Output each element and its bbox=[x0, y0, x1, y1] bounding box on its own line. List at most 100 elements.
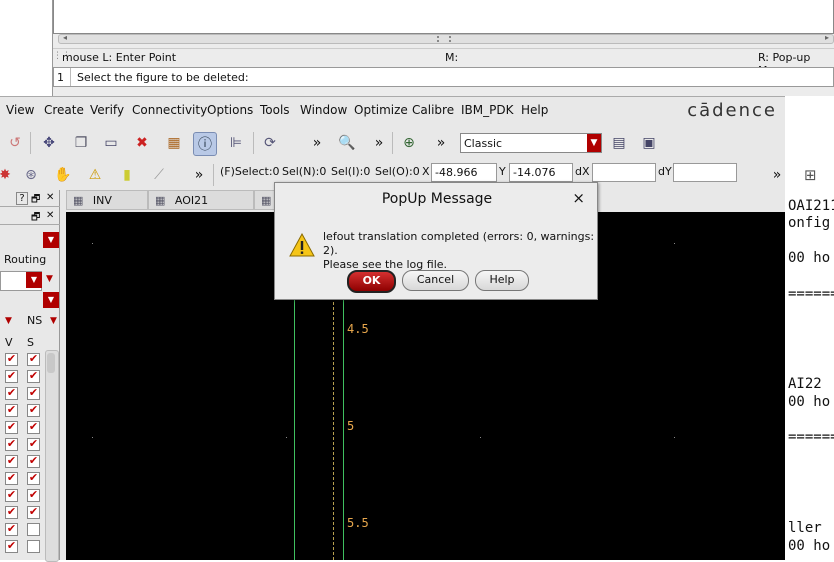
visible-checkbox[interactable]: ✔ bbox=[5, 370, 18, 383]
delete-icon[interactable]: ✖ bbox=[131, 132, 153, 154]
selectable-checkbox[interactable]: ✔ bbox=[27, 370, 40, 383]
chevron-down-icon[interactable]: ▼ bbox=[26, 272, 42, 288]
chevron-down-icon[interactable]: ▼ bbox=[5, 316, 12, 326]
visible-checkbox[interactable]: ✔ bbox=[5, 455, 18, 468]
help-icon[interactable]: ? bbox=[16, 192, 28, 205]
move-icon[interactable]: ✥ bbox=[38, 132, 60, 154]
scroll-left-arrow-icon[interactable]: ◂ bbox=[63, 33, 67, 42]
log-horizontal-scrollbar[interactable]: ◂ ▸ bbox=[58, 33, 834, 44]
chevron-down-icon[interactable]: ▼ bbox=[50, 316, 57, 326]
selectable-checkbox[interactable]: ✔ bbox=[27, 421, 40, 434]
close-icon[interactable]: ✕ bbox=[46, 210, 54, 221]
chevron-down-icon[interactable]: ▼ bbox=[43, 292, 59, 308]
selectable-checkbox[interactable] bbox=[27, 523, 40, 536]
float-icon[interactable]: 🗗 bbox=[31, 210, 40, 227]
menu-connectivity[interactable]: Connectivity bbox=[132, 103, 207, 117]
menu-tools[interactable]: Tools bbox=[260, 103, 290, 117]
selectable-checkbox[interactable]: ✔ bbox=[27, 472, 40, 485]
warning-icon bbox=[289, 233, 315, 257]
menu-ibm-pdk[interactable]: IBM_PDK bbox=[461, 103, 513, 117]
text-line: ====== bbox=[788, 286, 834, 302]
tab-inv[interactable]: ▦ INV bbox=[66, 190, 148, 210]
chevron-down-icon[interactable]: ▼ bbox=[46, 274, 53, 284]
seln-count: Sel(N):0 bbox=[282, 165, 327, 178]
align-icon[interactable]: ⊫ bbox=[225, 132, 247, 154]
visible-checkbox[interactable]: ✔ bbox=[5, 472, 18, 485]
float-icon[interactable]: 🗗 bbox=[31, 192, 40, 209]
selectable-checkbox[interactable]: ✔ bbox=[27, 489, 40, 502]
visible-checkbox[interactable]: ✔ bbox=[5, 404, 18, 417]
tab-partial[interactable]: ▦ bbox=[254, 190, 276, 210]
dy-label: dY bbox=[658, 165, 672, 178]
selectable-checkbox[interactable] bbox=[27, 540, 40, 553]
tab-aoi21[interactable]: ▦ AOI21 bbox=[148, 190, 254, 210]
cmd-number: 1 bbox=[57, 71, 64, 84]
zoom-icon[interactable]: 🔍 bbox=[336, 132, 358, 154]
menu-optimize[interactable]: Optimize bbox=[354, 103, 408, 117]
visible-checkbox[interactable]: ✔ bbox=[5, 387, 18, 400]
menu-create[interactable]: Create bbox=[44, 103, 84, 117]
workspace-save-icon[interactable]: ▤ bbox=[608, 132, 630, 154]
toolbar-overflow-3[interactable]: » bbox=[430, 132, 452, 154]
selectable-checkbox[interactable]: ✔ bbox=[27, 438, 40, 451]
ruler-icon[interactable]: ⟋ bbox=[148, 164, 170, 186]
background-text-window: OAI211 onfig 00 ho ====== AI22 00 ho ===… bbox=[786, 188, 834, 560]
text-line: ====== bbox=[788, 429, 834, 445]
visible-checkbox[interactable]: ✔ bbox=[5, 421, 18, 434]
toolbar-overflow-2[interactable]: » bbox=[368, 132, 390, 154]
visible-checkbox[interactable]: ✔ bbox=[5, 438, 18, 451]
selectable-checkbox[interactable]: ✔ bbox=[27, 455, 40, 468]
close-icon[interactable]: ✕ bbox=[46, 192, 54, 203]
copy-icon[interactable]: ❐ bbox=[70, 132, 92, 154]
visible-checkbox[interactable]: ✔ bbox=[5, 540, 18, 553]
warning-toolbar-icon[interactable]: ⚠ bbox=[84, 164, 106, 186]
menu-options[interactable]: Options bbox=[207, 103, 253, 117]
dy-field[interactable] bbox=[673, 163, 737, 182]
command-prompt-line: 1 Select the figure to be deleted: bbox=[53, 67, 834, 87]
stretch-icon[interactable]: ▭ bbox=[100, 132, 122, 154]
info-icon[interactable]: ⓘ bbox=[193, 132, 217, 156]
create-pin-icon[interactable]: ⊕ bbox=[398, 132, 420, 154]
cancel-button[interactable]: Cancel bbox=[402, 270, 469, 291]
selectable-checkbox[interactable]: ✔ bbox=[27, 506, 40, 519]
selectable-checkbox[interactable]: ✔ bbox=[27, 404, 40, 417]
visible-checkbox[interactable]: ✔ bbox=[5, 523, 18, 536]
menu-verify[interactable]: Verify bbox=[90, 103, 124, 117]
ok-button[interactable]: OK bbox=[347, 270, 396, 293]
chevron-down-icon[interactable]: ▼ bbox=[43, 232, 59, 248]
starburst-icon[interactable]: ✸ bbox=[0, 164, 16, 186]
scroll-right-arrow-icon[interactable]: ▸ bbox=[825, 33, 829, 42]
magnify-cursor-icon[interactable]: ⊛ bbox=[20, 164, 42, 186]
rotate-icon[interactable]: ⟳ bbox=[259, 132, 281, 154]
selectable-checkbox[interactable]: ✔ bbox=[27, 353, 40, 366]
visible-checkbox[interactable]: ✔ bbox=[5, 489, 18, 502]
scrollbar-grip[interactable] bbox=[437, 36, 451, 42]
toolbar-overflow-4[interactable]: » bbox=[188, 164, 210, 186]
highlight-icon[interactable]: ▮ bbox=[116, 164, 138, 186]
window-icon[interactable]: ⊞ bbox=[804, 166, 817, 184]
toolbar-overflow-1[interactable]: » bbox=[306, 132, 328, 154]
chevron-down-icon[interactable]: ▼ bbox=[587, 134, 601, 152]
dx-field[interactable] bbox=[592, 163, 656, 182]
log-output-area[interactable] bbox=[53, 0, 834, 34]
undo-icon[interactable]: ↺ bbox=[4, 132, 26, 154]
view-mode-select[interactable]: Classic ▼ bbox=[460, 133, 602, 153]
menu-view[interactable]: View bbox=[6, 103, 34, 117]
selectable-checkbox[interactable]: ✔ bbox=[27, 387, 40, 400]
help-button[interactable]: Help bbox=[475, 270, 529, 291]
workspace-load-icon[interactable]: ▣ bbox=[638, 132, 660, 154]
visible-checkbox[interactable]: ✔ bbox=[5, 353, 18, 366]
layer-list-scrollbar[interactable] bbox=[45, 350, 59, 562]
toolbar-overflow-5[interactable]: » bbox=[766, 164, 788, 186]
fselect-count: (F)Select:0 bbox=[220, 165, 280, 178]
menu-calibre[interactable]: Calibre bbox=[412, 103, 454, 117]
close-icon[interactable]: × bbox=[572, 189, 585, 207]
menu-window[interactable]: Window bbox=[300, 103, 347, 117]
scrollbar-thumb[interactable] bbox=[47, 353, 55, 373]
visible-checkbox[interactable]: ✔ bbox=[5, 506, 18, 519]
y-coordinate-field[interactable]: -14.076 bbox=[509, 163, 573, 182]
stop-icon[interactable]: ✋ bbox=[52, 164, 74, 186]
menu-help[interactable]: Help bbox=[521, 103, 548, 117]
properties-icon[interactable]: ▦ bbox=[163, 132, 185, 154]
x-coordinate-field[interactable]: -48.966 bbox=[431, 163, 497, 182]
